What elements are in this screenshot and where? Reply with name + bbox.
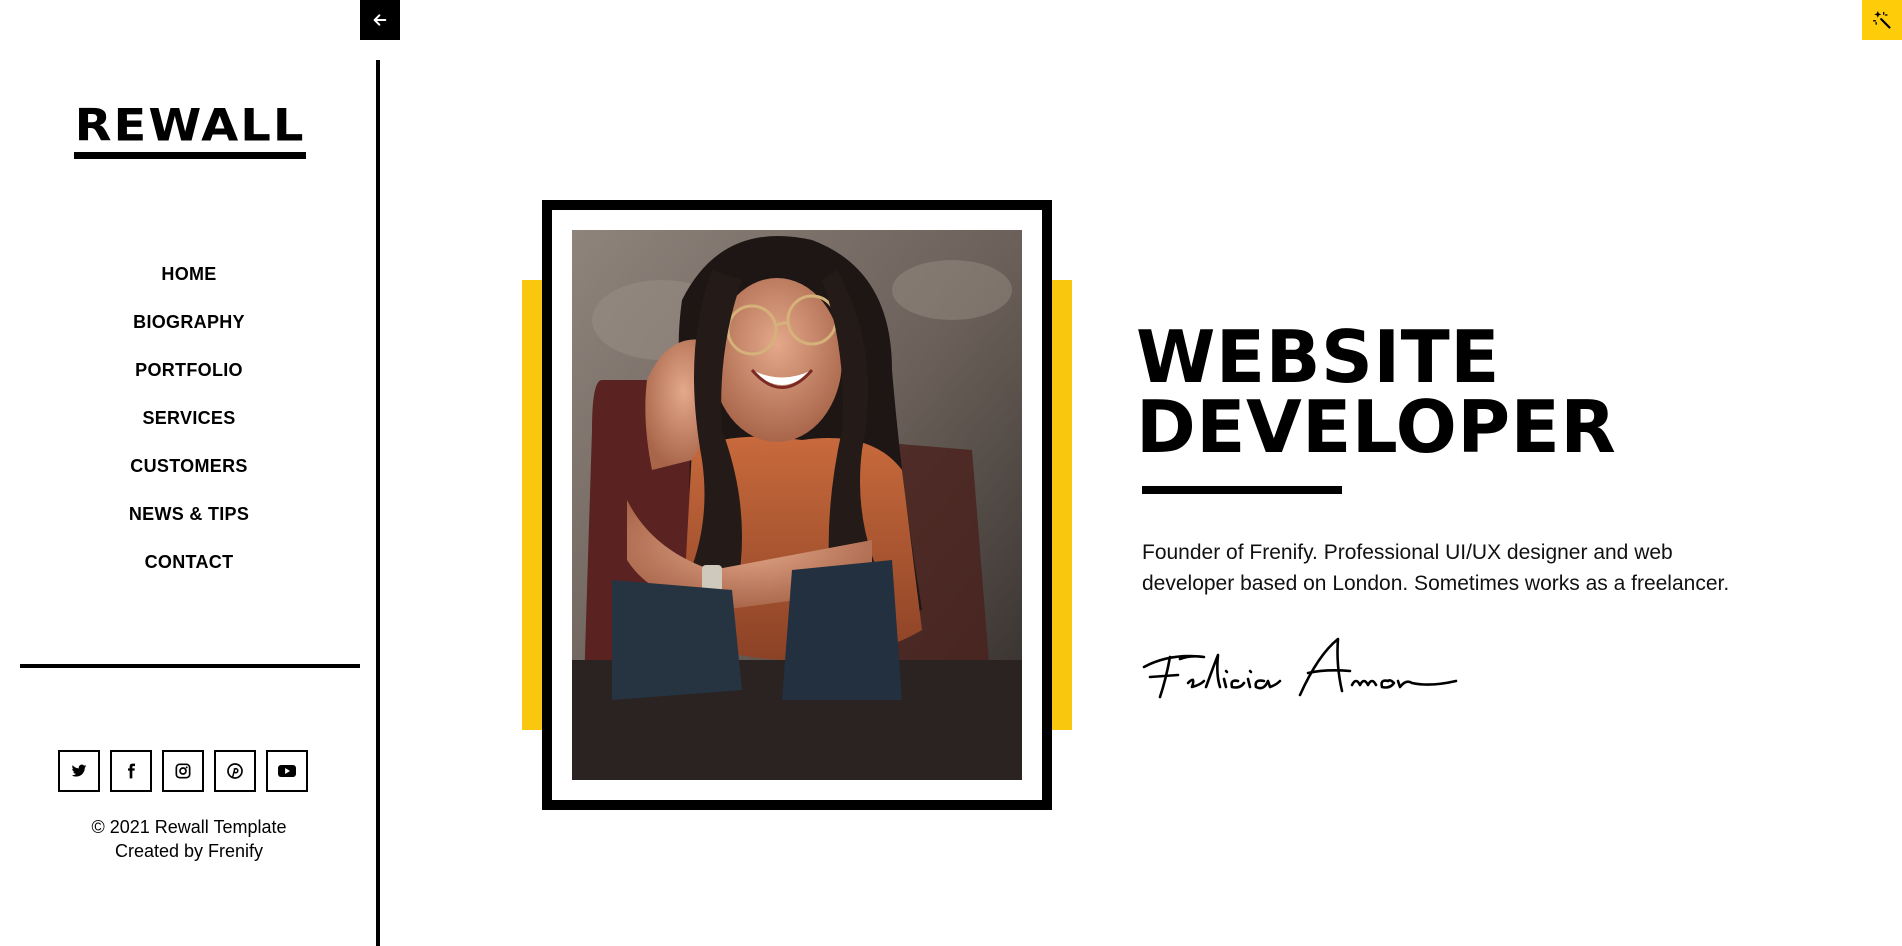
sidebar-divider <box>20 664 360 668</box>
nav-link-biography[interactable]: BIOGRAPHY <box>133 312 245 333</box>
portrait-frame <box>542 200 1052 810</box>
hero-title-line-1: WEBSITE <box>1136 315 1500 399</box>
hero-description: Founder of Frenify. Professional UI/UX d… <box>1142 541 1730 595</box>
portrait-photo <box>572 230 1022 780</box>
portrait-image <box>572 230 1022 780</box>
sidebar: REWALL HOME BIOGRAPHY PORTFOLIO SERVICES… <box>0 0 378 946</box>
nav-item-portfolio: PORTFOLIO <box>0 346 378 394</box>
facebook-icon <box>128 763 135 779</box>
social-links <box>58 750 308 792</box>
magic-wand-icon <box>1873 10 1891 29</box>
sidebar-border <box>376 60 380 946</box>
youtube-icon <box>278 765 296 777</box>
nav-link-home[interactable]: HOME <box>161 264 216 285</box>
copyright: © 2021 Rewall Template Created by Frenif… <box>0 815 378 863</box>
main-nav: HOME BIOGRAPHY PORTFOLIO SERVICES CUSTOM… <box>0 250 378 586</box>
instagram-button[interactable] <box>162 750 204 792</box>
nav-link-portfolio[interactable]: PORTFOLIO <box>135 360 243 381</box>
logo[interactable]: REWALL <box>70 102 310 162</box>
hero-title: WEBSITE DEVELOPER <box>1136 315 1696 469</box>
nav-item-services: SERVICES <box>0 394 378 442</box>
youtube-button[interactable] <box>266 750 308 792</box>
nav-link-customers[interactable]: CUSTOMERS <box>130 456 247 477</box>
nav-item-home: HOME <box>0 250 378 298</box>
logo-text: REWALL <box>74 100 306 152</box>
title-underline <box>1142 486 1342 494</box>
credits-line: Created by Frenify <box>114 841 264 861</box>
magic-wand-button[interactable] <box>1862 0 1902 40</box>
copyright-line: © 2021 Rewall Template <box>91 817 287 837</box>
nav-item-contact: CONTACT <box>0 538 378 586</box>
facebook-button[interactable] <box>110 750 152 792</box>
logo-underline <box>74 152 306 159</box>
nav-link-contact[interactable]: CONTACT <box>145 552 234 573</box>
instagram-icon <box>175 763 191 779</box>
nav-link-services[interactable]: SERVICES <box>142 408 235 429</box>
signature <box>1140 635 1460 715</box>
nav-item-biography: BIOGRAPHY <box>0 298 378 346</box>
pinterest-icon <box>227 763 243 779</box>
signature-image <box>1142 637 1458 699</box>
nav-item-news: NEWS & TIPS <box>0 490 378 538</box>
pinterest-button[interactable] <box>214 750 256 792</box>
collapse-sidebar-button[interactable] <box>360 0 400 40</box>
twitter-button[interactable] <box>58 750 100 792</box>
twitter-icon <box>71 764 87 777</box>
arrow-left-icon <box>373 14 387 26</box>
nav-link-news[interactable]: NEWS & TIPS <box>129 504 249 525</box>
hero-title-line-2: DEVELOPER <box>1136 385 1617 469</box>
nav-item-customers: CUSTOMERS <box>0 442 378 490</box>
